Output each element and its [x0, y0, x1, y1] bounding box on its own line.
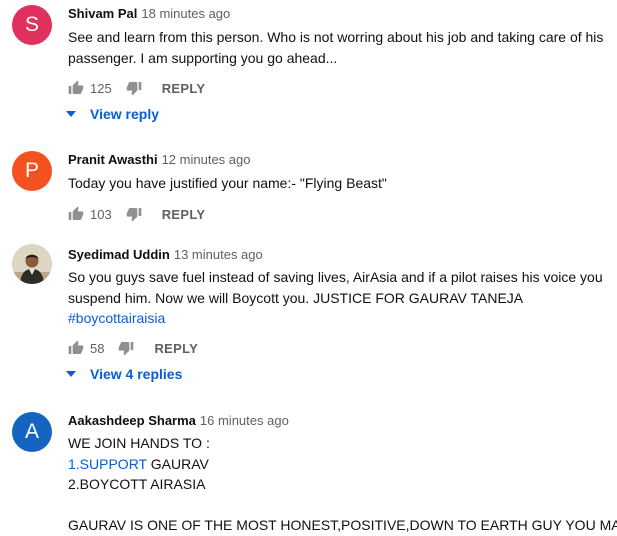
comment-text: See and learn from this person. Who is n… [68, 27, 613, 68]
comment-author[interactable]: Pranit Awasthi [68, 152, 158, 167]
thumbs-up-icon [68, 206, 84, 220]
caret-down-icon [66, 371, 76, 377]
view-replies-button[interactable]: View 4 replies [66, 366, 182, 382]
view-replies-label: View 4 replies [90, 366, 183, 382]
comment-actions: 58 REPLY [68, 338, 198, 358]
comment-text-line: So you guys save fuel instead of saving … [68, 269, 603, 285]
comment-timestamp[interactable]: 12 minutes ago [162, 152, 251, 167]
comment-text: Today you have justified your name:- "Fl… [68, 173, 613, 194]
comment-text-line: passenger. I am supporting you go ahead.… [68, 49, 338, 66]
comment-text-line: WE JOIN HANDS TO : [68, 435, 210, 451]
dislike-button[interactable] [126, 206, 142, 222]
dislike-button[interactable] [118, 340, 134, 356]
like-count: 103 [90, 206, 112, 222]
comment-text-line: 2.BOYCOTT AIRASIA [68, 476, 206, 492]
comment-text-line: GAURAV IS ONE OF THE MOST HONEST,POSITIV… [68, 517, 617, 533]
reply-button[interactable]: REPLY [162, 81, 206, 96]
reply-button[interactable]: REPLY [154, 341, 198, 356]
avatar[interactable] [12, 244, 52, 284]
like-count: 58 [90, 340, 105, 356]
avatar[interactable]: A [12, 412, 52, 452]
comment-timestamp[interactable]: 18 minutes ago [141, 6, 230, 21]
comment-timestamp[interactable]: 16 minutes ago [200, 413, 289, 428]
thumbs-up-icon [68, 80, 84, 94]
comment-text-line: 1.SUPPORT GAURAV [68, 454, 613, 475]
comment-text-spacer [68, 495, 613, 516]
thumbs-down-icon [119, 342, 134, 356]
view-replies-label: View reply [90, 106, 160, 122]
like-button[interactable] [68, 80, 84, 96]
like-count: 125 [90, 80, 112, 96]
comment-text-line: suspend him. Now we will Boycott you. JU… [68, 289, 524, 306]
comment-text: WE JOIN HANDS TO : 1.SUPPORT GAURAV 2.BO… [68, 433, 617, 536]
avatar[interactable]: S [12, 5, 52, 45]
profile-photo [12, 244, 52, 284]
comment-actions: 103 REPLY [68, 204, 205, 224]
like-button[interactable] [68, 340, 84, 356]
text-link[interactable]: 1.SUPPORT [68, 456, 147, 472]
comment-author[interactable]: Shivam Pal [68, 6, 137, 21]
view-replies-button[interactable]: View reply [66, 106, 159, 122]
thumbs-down-icon [126, 208, 142, 222]
thumbs-down-icon [126, 82, 142, 96]
comment-text-line: See and learn from this person. Who is n… [68, 29, 604, 45]
comment-text-fragment: GAURAV [146, 455, 209, 472]
hashtag-link[interactable]: #boycottairaisia [68, 308, 613, 329]
caret-down-icon [66, 111, 76, 117]
thumbs-up-icon [68, 340, 84, 354]
comment-text: So you guys save fuel instead of saving … [68, 267, 613, 329]
comment-author[interactable]: Syedimad Uddin [68, 247, 170, 262]
comment-author[interactable]: Aakashdeep Sharma [68, 413, 196, 428]
comment-text-line: Today you have justified your name:- "Fl… [68, 175, 387, 191]
reply-button[interactable]: REPLY [162, 207, 206, 222]
comment-actions: 125 REPLY [68, 78, 205, 98]
avatar[interactable]: P [12, 151, 52, 191]
dislike-button[interactable] [126, 80, 142, 96]
like-button[interactable] [68, 206, 84, 222]
comment-timestamp[interactable]: 13 minutes ago [174, 247, 263, 262]
